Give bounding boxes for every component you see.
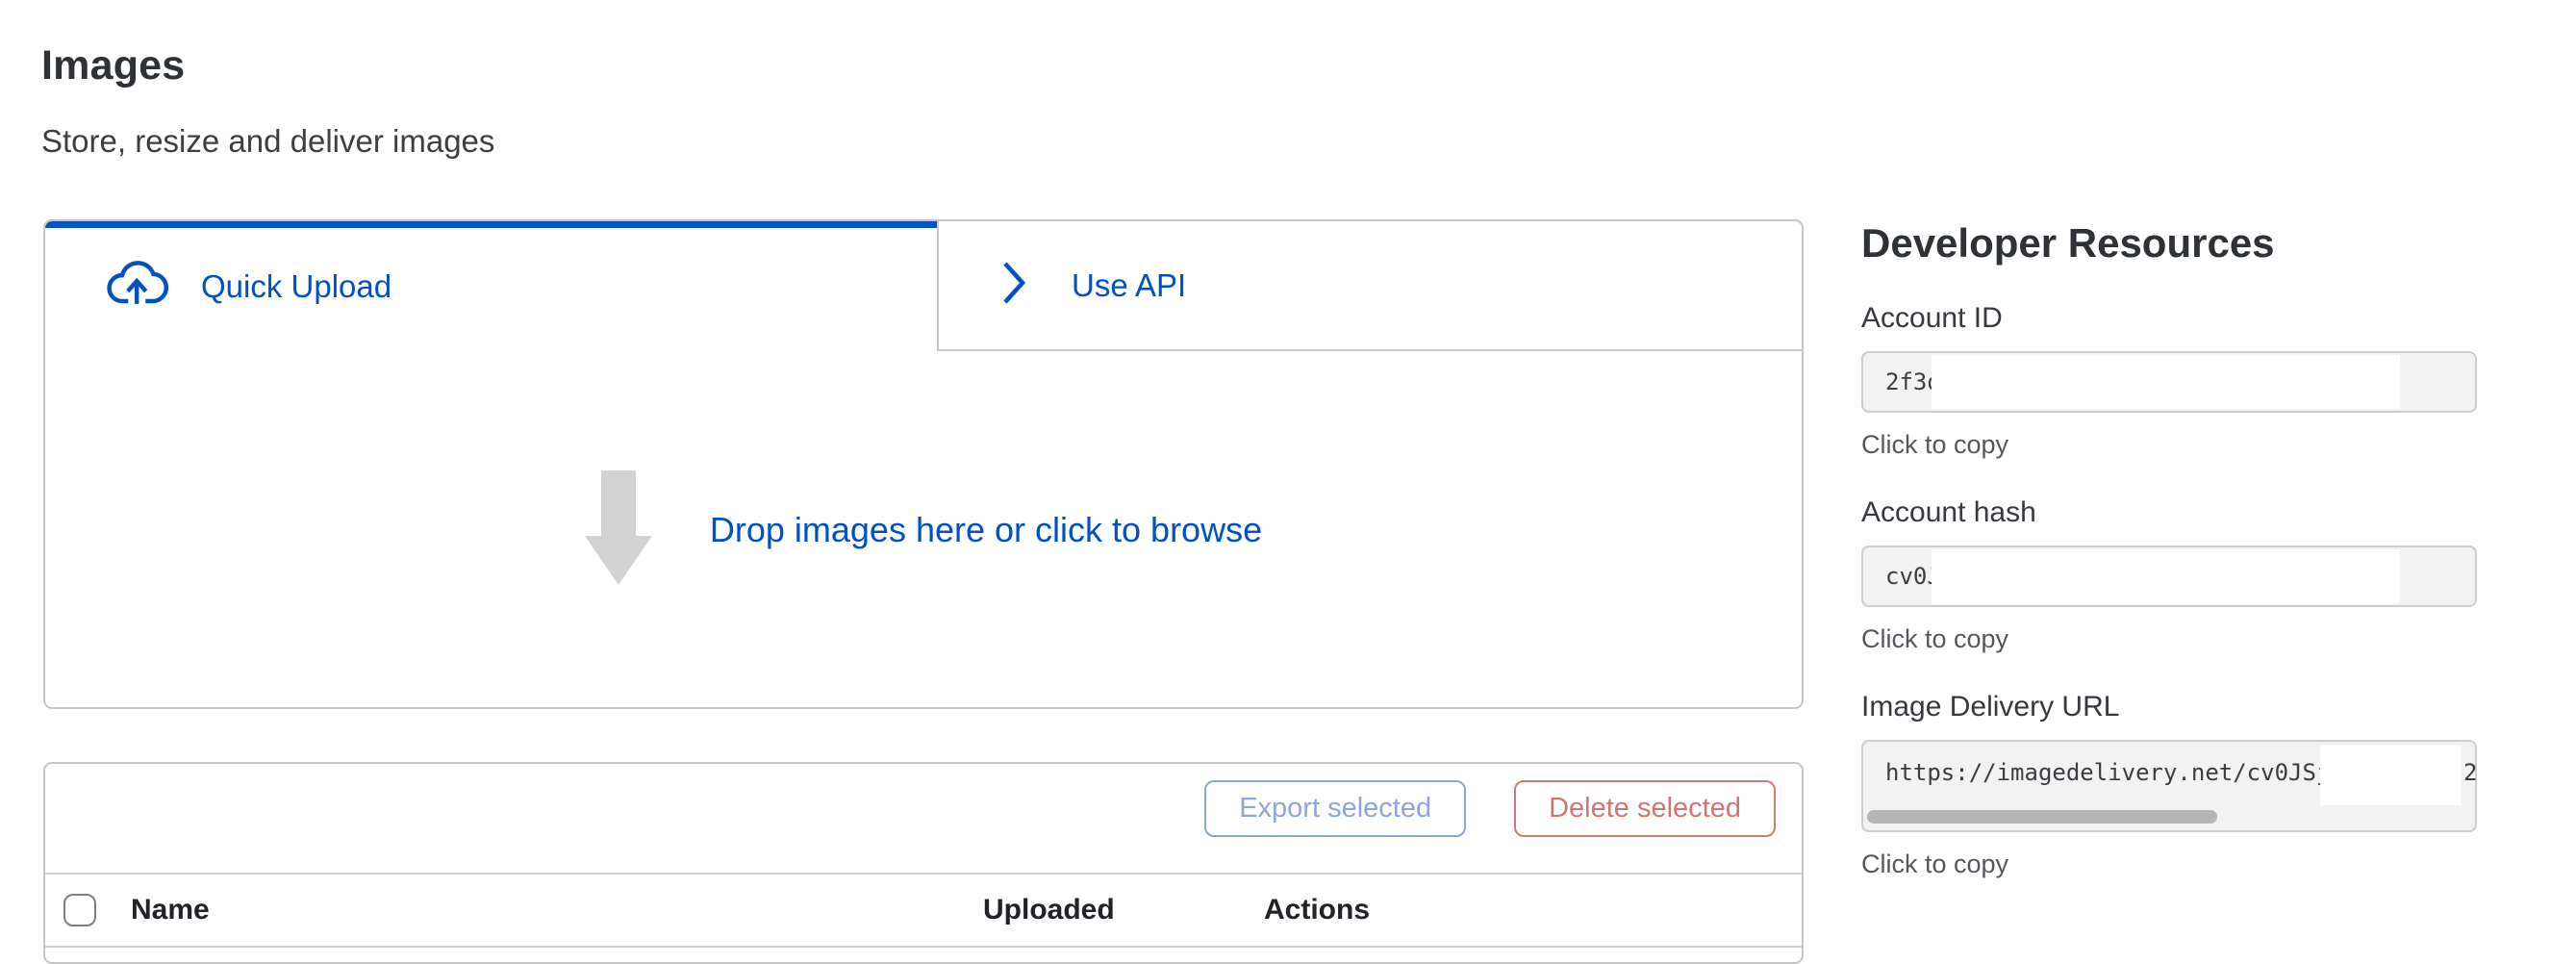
image-delivery-url-copy-hint: Click to copy xyxy=(1861,850,2477,879)
delete-selected-button[interactable]: Delete selected xyxy=(1514,780,1776,837)
url-field-scrollbar[interactable] xyxy=(1867,810,2473,824)
table-header-row: Name Uploaded Actions xyxy=(45,875,1802,946)
image-delivery-url-value: https://imagedelivery.net/cv0JSj xyxy=(1885,759,2330,786)
tab-strip: Quick Upload Use API xyxy=(45,221,1802,351)
tab-quick-upload-label: Quick Upload xyxy=(201,268,391,305)
active-tab-indicator xyxy=(45,221,937,228)
developer-resources-panel: Developer Resources Account ID 2f3d Clic… xyxy=(1861,223,2477,879)
developer-resources-title: Developer Resources xyxy=(1861,223,2477,264)
arrow-down-icon xyxy=(585,470,652,591)
table-toolbar: Export selected Delete selected xyxy=(45,780,1776,837)
redaction-overlay xyxy=(2320,746,2461,805)
account-id-label: Account ID xyxy=(1861,302,2477,335)
dropzone-label: Drop images here or click to browse xyxy=(710,510,1262,550)
table-divider-bottom xyxy=(45,946,1802,948)
column-header-uploaded: Uploaded xyxy=(983,894,1115,926)
chevron-right-icon xyxy=(998,259,1029,312)
page-subtitle: Store, resize and deliver images xyxy=(41,123,494,160)
url-field-scrollbar-thumb[interactable] xyxy=(1867,810,2217,824)
account-id-field[interactable]: 2f3d xyxy=(1861,351,2477,413)
upload-card: Quick Upload Use API Drop images here or… xyxy=(43,219,1804,709)
tab-use-api-label: Use API xyxy=(1072,267,1186,304)
account-id-copy-hint: Click to copy xyxy=(1861,430,2477,460)
cloud-upload-icon xyxy=(105,261,168,312)
image-delivery-url-label: Image Delivery URL xyxy=(1861,691,2477,723)
column-header-actions: Actions xyxy=(1264,894,1370,926)
image-delivery-url-field[interactable]: https://imagedelivery.net/cv0JSj 2 xyxy=(1861,740,2477,832)
tab-use-api[interactable]: Use API xyxy=(937,221,1802,351)
redaction-overlay xyxy=(1932,549,2400,603)
page-header: Images Store, resize and deliver images xyxy=(41,42,494,160)
redaction-overlay xyxy=(1932,355,2400,409)
column-header-name: Name xyxy=(131,894,210,926)
images-table-card: Export selected Delete selected Name Upl… xyxy=(43,762,1804,964)
account-hash-label: Account hash xyxy=(1861,496,2477,529)
export-selected-button[interactable]: Export selected xyxy=(1204,780,1466,837)
select-all-checkbox[interactable] xyxy=(63,894,96,926)
account-hash-field[interactable]: cv0J xyxy=(1861,545,2477,607)
page-title: Images xyxy=(41,42,494,89)
account-hash-copy-hint: Click to copy xyxy=(1861,624,2477,654)
image-delivery-url-tail: 2 xyxy=(2463,759,2477,786)
dropzone[interactable]: Drop images here or click to browse xyxy=(45,351,1802,709)
tab-quick-upload[interactable]: Quick Upload xyxy=(45,221,937,351)
